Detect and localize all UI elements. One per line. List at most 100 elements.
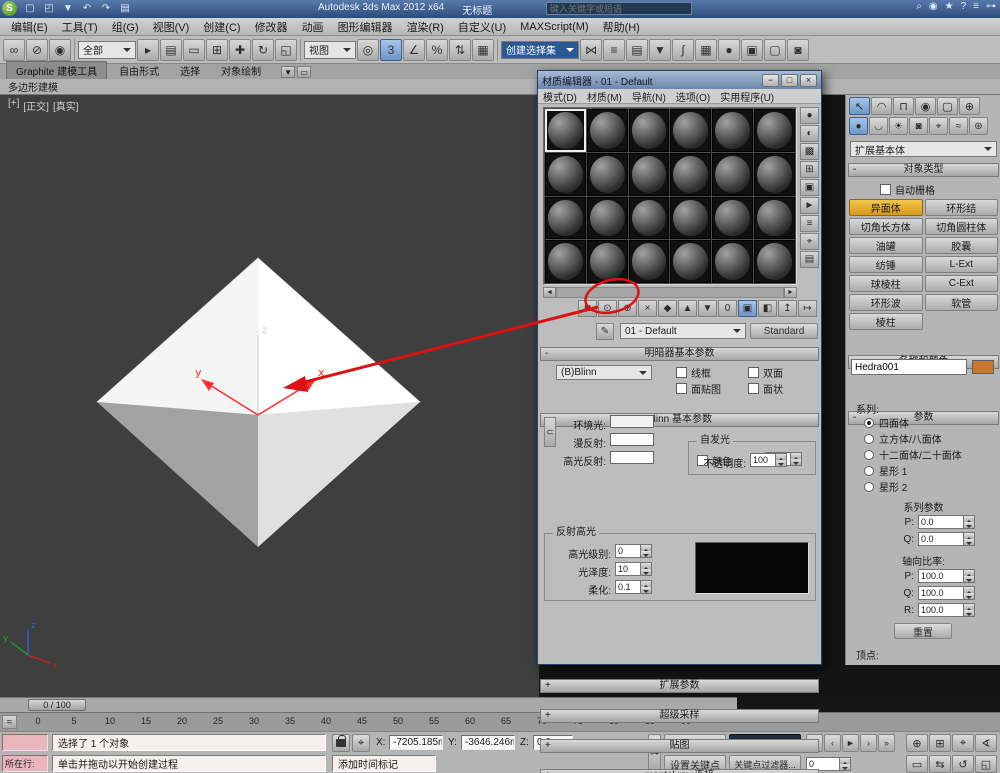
- capsule-button[interactable]: 胶囊: [924, 237, 998, 254]
- key-icon[interactable]: ⊶: [986, 1, 996, 12]
- mirror-icon[interactable]: ⋈: [580, 38, 602, 61]
- object-name-field[interactable]: [851, 359, 967, 375]
- ribbon-pin-icon[interactable]: ▭: [297, 66, 312, 78]
- ribbon-tab-object-paint[interactable]: 对象绘制: [212, 62, 270, 79]
- render-production-icon[interactable]: ◙: [787, 38, 809, 61]
- material-type-button[interactable]: Standard: [750, 323, 818, 339]
- render-setup-icon[interactable]: ▣: [741, 38, 763, 61]
- ribbon-minimize-icon[interactable]: ▼: [281, 66, 296, 78]
- gengon-button[interactable]: 球棱柱: [849, 275, 923, 292]
- spinner-snap-icon[interactable]: ⇅: [449, 38, 471, 61]
- rollout-object-type[interactable]: - 对象类型: [848, 163, 999, 177]
- snap-toggle-icon[interactable]: 3: [380, 38, 402, 61]
- hedra-face-upper-left[interactable]: [96, 257, 259, 416]
- save-file-icon[interactable]: ▼: [60, 1, 76, 16]
- use-pivot-point-icon[interactable]: ◎: [357, 38, 379, 61]
- orbit-icon[interactable]: ↺: [952, 755, 974, 773]
- y-coordinate-field[interactable]: -3646.246mm: [461, 735, 515, 750]
- subcategory-dropdown[interactable]: 扩展基本体: [850, 141, 997, 157]
- spin-down-icon[interactable]: [964, 522, 974, 528]
- material-sample-slot[interactable]: [712, 109, 754, 152]
- rollout-supersampling[interactable]: + 超级采样: [540, 709, 819, 723]
- material-editor-icon[interactable]: ●: [718, 38, 740, 61]
- absolute-transform-icon[interactable]: ⌖: [352, 734, 370, 752]
- open-file-icon[interactable]: ◰: [41, 1, 57, 16]
- q-spinner[interactable]: 0.0: [918, 532, 975, 546]
- graphite-ribbon-toggle-icon[interactable]: ▼: [649, 38, 671, 61]
- percent-snap-icon[interactable]: %: [426, 38, 448, 61]
- material-options-icon[interactable]: ≡: [800, 215, 819, 232]
- unlink-selection-icon[interactable]: ⊘: [26, 38, 48, 61]
- wire-checkbox[interactable]: 线框: [676, 365, 711, 380]
- material-sample-slot[interactable]: [545, 196, 586, 240]
- make-preview-icon[interactable]: ►: [800, 197, 819, 214]
- axis-r-spinner[interactable]: 100.0: [918, 603, 975, 617]
- video-color-check-icon[interactable]: ▣: [800, 179, 819, 196]
- opacity-spinner[interactable]: 100: [750, 453, 787, 467]
- zoom-extents-icon[interactable]: ⌖: [952, 734, 974, 752]
- go-to-end-icon[interactable]: »: [878, 734, 895, 752]
- c-ext-button[interactable]: C-Ext: [924, 275, 998, 292]
- go-to-parent-icon[interactable]: ↥: [778, 300, 797, 317]
- bind-to-space-warp-icon[interactable]: ◉: [49, 38, 71, 61]
- material-sample-slot[interactable]: [670, 152, 712, 196]
- viewport-orthographic[interactable]: [+] [正交] [真实] z x y x y z 材质编辑器 - 01 - D…: [0, 70, 822, 773]
- utilities-tab-icon[interactable]: ⊕: [959, 97, 980, 115]
- l-ext-button[interactable]: L-Ext: [924, 256, 998, 273]
- lights-category-icon[interactable]: ☀: [889, 117, 908, 135]
- torus-knot-button[interactable]: 环形结: [924, 199, 998, 216]
- rollout-extended-params[interactable]: + 扩展参数: [540, 679, 819, 693]
- material-sample-slot[interactable]: [754, 152, 795, 196]
- spin-down-icon[interactable]: [641, 569, 651, 575]
- shapes-category-icon[interactable]: ◡: [869, 117, 888, 135]
- pan-icon[interactable]: ⇆: [929, 755, 951, 773]
- assign-material-to-selection-icon[interactable]: ⊕: [618, 300, 637, 317]
- axis-q-spinner[interactable]: 100.0: [918, 586, 975, 600]
- spin-down-icon[interactable]: [641, 551, 651, 557]
- project-folder-icon[interactable]: ▤: [117, 1, 133, 16]
- material-sample-slot[interactable]: [670, 196, 712, 240]
- faceted-checkbox[interactable]: 面状: [748, 381, 783, 396]
- search-input[interactable]: [547, 3, 691, 14]
- soften-spinner[interactable]: 0.1: [615, 580, 652, 594]
- time-slider-handle[interactable]: 0 / 100: [28, 699, 86, 711]
- previous-frame-icon[interactable]: ‹: [824, 734, 841, 752]
- geometry-category-icon[interactable]: ●: [849, 117, 868, 135]
- menu-item[interactable]: 修改器: [248, 18, 295, 36]
- axis-p-spinner[interactable]: 100.0: [918, 569, 975, 583]
- shader-type-dropdown[interactable]: (B)Blinn: [556, 365, 652, 380]
- spin-down-icon[interactable]: [964, 593, 974, 599]
- edit-named-selection-sets-icon[interactable]: ▦: [472, 38, 494, 61]
- timeline-ruler[interactable]: ≈ 051015202530354045505560657075808590: [0, 712, 1000, 731]
- material-editor-titlebar[interactable]: 材质编辑器 - 01 - Default − □ ×: [538, 71, 821, 89]
- rectangular-selection-region-icon[interactable]: ▭: [183, 38, 205, 61]
- rendered-frame-window-icon[interactable]: ▢: [764, 38, 786, 61]
- rollout-shader-basic-params[interactable]: - 明暗器基本参数: [540, 347, 819, 361]
- select-and-move-icon[interactable]: ✚: [229, 38, 251, 61]
- menu-item[interactable]: 实用程序(U): [715, 89, 779, 104]
- favorites-icon[interactable]: ★: [945, 1, 954, 12]
- select-object-icon[interactable]: ▸: [137, 38, 159, 61]
- new-scene-icon[interactable]: ▢: [22, 1, 38, 16]
- search-icon[interactable]: ⌕: [916, 1, 922, 12]
- curve-editor-icon[interactable]: ∫: [672, 38, 694, 61]
- cameras-category-icon[interactable]: ◙: [909, 117, 928, 135]
- angle-snap-icon[interactable]: ∠: [403, 38, 425, 61]
- p-spinner[interactable]: 0.0: [918, 515, 975, 529]
- material-id-channel-icon[interactable]: 0: [718, 300, 737, 317]
- spindle-button[interactable]: 纺锤: [849, 256, 923, 273]
- menu-item[interactable]: 创建(C): [196, 18, 247, 36]
- material-sample-slot[interactable]: [712, 196, 754, 240]
- minimize-button[interactable]: −: [762, 73, 779, 87]
- material-editor-window[interactable]: 材质编辑器 - 01 - Default − □ × 模式(D) 材质(M) 导航(…: [537, 70, 822, 773]
- align-icon[interactable]: ≡: [603, 38, 625, 61]
- maximize-button[interactable]: □: [781, 73, 798, 87]
- spin-down-icon[interactable]: [776, 460, 786, 466]
- material-sample-slot[interactable]: [586, 240, 628, 283]
- help-icon[interactable]: ?: [961, 1, 967, 12]
- ambient-color-swatch[interactable]: [610, 415, 654, 428]
- window-crossing-icon[interactable]: ⊞: [206, 38, 228, 61]
- ribbon-tab-selection[interactable]: 选择: [171, 62, 209, 79]
- go-forward-to-sibling-icon[interactable]: ↦: [798, 300, 817, 317]
- spin-down-icon[interactable]: [964, 539, 974, 545]
